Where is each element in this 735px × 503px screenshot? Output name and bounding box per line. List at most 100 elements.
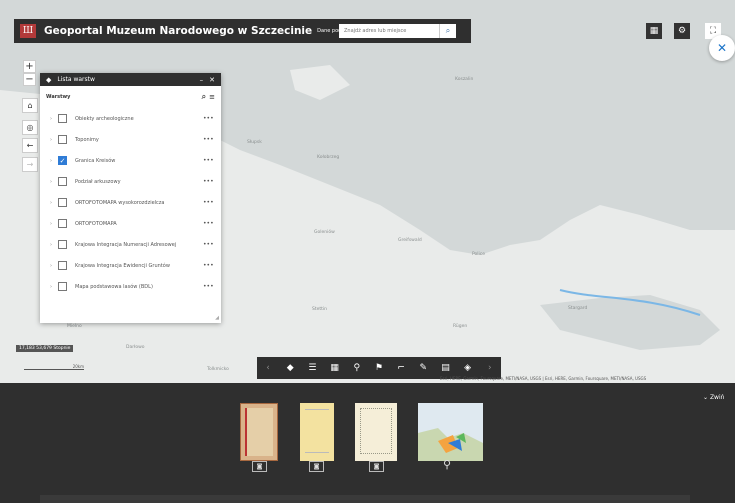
document-thumbnail[interactable]: [240, 403, 278, 461]
basemap-gallery-icon[interactable]: ▦: [646, 23, 662, 39]
map-label: Tolkmicko: [207, 367, 229, 372]
filter-icon[interactable]: ≡: [209, 93, 215, 101]
map-label: Goleniów: [314, 230, 335, 235]
scale-coordinates: 17,183 53,679 Stopnie: [16, 345, 74, 352]
layer-options-icon[interactable]: •••: [203, 262, 221, 269]
layer-label: Toponimy: [75, 136, 99, 143]
scale-bar: 20km: [24, 364, 84, 370]
section-label: Warstwy: [46, 94, 71, 100]
zoom-in-button[interactable]: +: [23, 60, 36, 73]
layer-options-icon[interactable]: •••: [203, 115, 221, 122]
close-icon[interactable]: ✕: [709, 35, 735, 61]
zoom-out-button[interactable]: −: [23, 73, 36, 86]
search-input[interactable]: [339, 25, 439, 37]
layers-icon: ◆: [46, 75, 52, 84]
map-attribution: Esri, HERE, Garmin, Foursquare, METI/NAS…: [440, 376, 647, 381]
layer-label: Podział arkuszowy: [75, 178, 121, 185]
layer-row[interactable]: › ORTOFOTOMAPA wysokorozdzielcza •••: [40, 192, 221, 213]
map-label: Rügen: [453, 324, 468, 329]
layer-row[interactable]: › ✓ Granica Kreisów •••: [40, 150, 221, 171]
share-tool-icon[interactable]: ⚑: [370, 363, 388, 373]
measure-tool-icon[interactable]: ⌐: [392, 363, 410, 373]
minimize-icon[interactable]: –: [200, 76, 204, 84]
layer-checkbox[interactable]: [58, 240, 67, 249]
draw-tool-icon[interactable]: ✎: [414, 363, 432, 373]
toolbar-next-icon[interactable]: ›: [481, 363, 499, 373]
layer-options-icon[interactable]: •••: [203, 157, 221, 164]
camera-icon[interactable]: ◙: [369, 461, 384, 472]
expand-arrow-icon[interactable]: ›: [50, 116, 58, 122]
camera-icon[interactable]: ◙: [309, 461, 324, 472]
map-view[interactable]: Koszalin Słupsk Kołobrzeg Goleniów Greif…: [0, 0, 735, 383]
search-icon[interactable]: ⌕: [439, 24, 456, 38]
collapse-label: Zwiń: [709, 394, 725, 401]
map-thumbnail[interactable]: [418, 403, 483, 461]
scale-bar-label: 20km: [72, 364, 84, 369]
layer-row[interactable]: › Krajowa Integracja Ewidencji Gruntów •••: [40, 255, 221, 276]
search-layers-icon[interactable]: ⌕: [202, 92, 206, 102]
expand-arrow-icon[interactable]: ›: [50, 179, 58, 185]
layer-options-icon[interactable]: •••: [203, 220, 221, 227]
camera-icon[interactable]: ◙: [252, 461, 267, 472]
home-icon[interactable]: ⌂: [22, 98, 38, 113]
tools-icon[interactable]: ⚙: [674, 23, 690, 39]
toolbar-prev-icon[interactable]: ‹: [259, 363, 277, 373]
expand-arrow-icon[interactable]: ›: [50, 242, 58, 248]
gallery-scrollbar[interactable]: [40, 495, 690, 503]
layer-row[interactable]: › ORTOFOTOMAPA •••: [40, 213, 221, 234]
layer-checkbox[interactable]: [58, 198, 67, 207]
expand-arrow-icon[interactable]: ›: [50, 263, 58, 269]
map-label: Mielno: [67, 324, 82, 329]
layer-checkbox[interactable]: [58, 219, 67, 228]
map-label: Police: [472, 252, 486, 257]
map-pin-icon[interactable]: ⚲: [443, 458, 451, 471]
layer-checkbox[interactable]: [58, 177, 67, 186]
layer-label: Krajowa Integracja Numeracji Adresowej: [75, 241, 177, 248]
layer-checkbox[interactable]: [58, 114, 67, 123]
layer-options-icon[interactable]: •••: [203, 178, 221, 185]
layer-row[interactable]: › Toponimy •••: [40, 129, 221, 150]
expand-arrow-icon[interactable]: ›: [50, 284, 58, 290]
layer-label: Krajowa Integracja Ewidencji Gruntów: [75, 262, 170, 269]
layer-options-icon[interactable]: •••: [203, 241, 221, 248]
layer-label: Granica Kreisów: [75, 157, 116, 164]
print-tool-icon[interactable]: ▤: [436, 363, 454, 373]
layer-options-icon[interactable]: •••: [203, 199, 221, 206]
layer-checkbox[interactable]: [58, 261, 67, 270]
basemap-tool-icon[interactable]: ◈: [459, 363, 477, 373]
layer-label: ORTOFOTOMAPA wysokorozdzielcza: [75, 199, 165, 206]
layer-row[interactable]: › Krajowa Integracja Numeracji Adresowej •…: [40, 234, 221, 255]
layer-label: Obiekty archeologiczne: [75, 115, 134, 122]
layer-row[interactable]: › Obiekty archeologiczne •••: [40, 108, 221, 129]
layer-options-icon[interactable]: •••: [203, 283, 221, 290]
layer-options-icon[interactable]: •••: [203, 136, 221, 143]
panel-close-icon[interactable]: ✕: [209, 76, 215, 84]
expand-arrow-icon[interactable]: ›: [50, 158, 58, 164]
layer-row[interactable]: › Podział arkuszowy •••: [40, 171, 221, 192]
document-thumbnail[interactable]: [300, 403, 334, 461]
panel-title: Lista warstw: [57, 76, 95, 83]
search-box: ⌕: [339, 24, 456, 38]
expand-arrow-icon[interactable]: ›: [50, 137, 58, 143]
layer-checkbox[interactable]: [58, 135, 67, 144]
layer-label: Mapa podstawowa lasów (BDL): [75, 283, 153, 290]
collapse-button[interactable]: ⌄ Zwiń: [703, 394, 724, 401]
gallery-panel: ⌄ Zwiń ◙ ◙ ◙ ⚲: [0, 383, 735, 503]
forward-arrow-icon[interactable]: →: [22, 157, 38, 172]
resize-handle-icon[interactable]: ◢: [215, 315, 219, 321]
location-tool-icon[interactable]: ⚲: [348, 363, 366, 373]
expand-arrow-icon[interactable]: ›: [50, 200, 58, 206]
layers-tool-icon[interactable]: ◆: [281, 363, 299, 373]
legend-tool-icon[interactable]: ☰: [303, 363, 321, 373]
grid-tool-icon[interactable]: ▦: [326, 363, 344, 373]
document-thumbnail[interactable]: [355, 403, 397, 461]
layer-checkbox[interactable]: ✓: [58, 156, 67, 165]
layer-row[interactable]: › Mapa podstawowa lasów (BDL) •••: [40, 276, 221, 297]
museum-logo-icon: Ш: [20, 24, 36, 38]
map-label: Stettin: [312, 307, 328, 312]
expand-arrow-icon[interactable]: ›: [50, 221, 58, 227]
layer-checkbox[interactable]: [58, 282, 67, 291]
locate-icon[interactable]: ◎: [22, 120, 38, 135]
layer-list: › Obiekty archeologiczne ••• › Toponimy ••• › ✓…: [40, 108, 221, 297]
back-arrow-icon[interactable]: ←: [22, 138, 38, 153]
